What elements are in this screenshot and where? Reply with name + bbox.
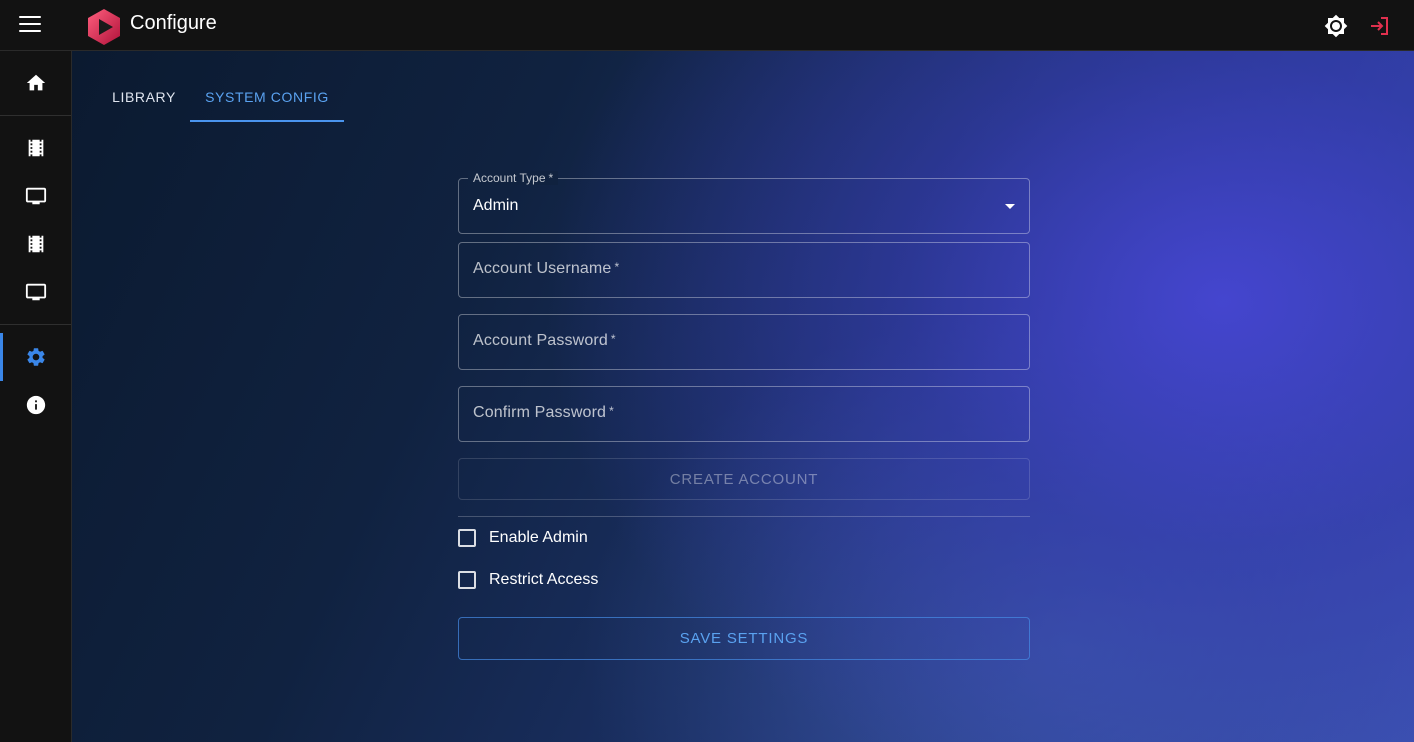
tv-icon [25,283,46,301]
tab-system-config[interactable]: SYSTEM CONFIG [190,81,344,122]
film-icon [28,139,43,157]
account-password-field[interactable]: Account Password * [458,314,1030,370]
account-type-select[interactable]: Account Type * Admin [458,171,1030,234]
sidebar-item-tv[interactable] [0,172,71,220]
main-content: LIBRARY SYSTEM CONFIG Account Type * Admi… [72,51,1414,742]
confirm-password-label: Confirm Password * [473,404,614,421]
save-settings-button[interactable]: SAVE SETTINGS [458,617,1030,660]
menu-icon[interactable] [19,16,41,34]
tv-icon [25,187,46,205]
restrict-access-label: Restrict Access [489,571,599,588]
create-account-button[interactable]: CREATE ACCOUNT [458,458,1030,500]
account-username-field[interactable]: Account Username * [458,242,1030,298]
divider [458,516,1030,517]
enable-admin-checkbox[interactable]: Enable Admin [458,526,588,550]
sidebar-item-tv-2[interactable] [0,268,71,316]
sidebar-item-home[interactable] [0,59,71,107]
film-icon [28,235,43,253]
info-icon [26,395,45,415]
account-type-value: Admin [473,197,519,214]
settings-icon [26,348,45,366]
account-password-label: Account Password * [473,332,616,349]
sidebar-item-settings[interactable] [0,333,71,381]
enable-admin-label: Enable Admin [489,529,588,546]
account-type-label: Account Type * [468,171,559,185]
sidebar-item-info[interactable] [0,381,71,429]
app-logo-icon [86,8,122,46]
tab-library[interactable]: LIBRARY [100,81,188,122]
checkbox-icon[interactable] [458,529,476,547]
sidebar-divider [0,324,71,325]
sidebar-item-movies-2[interactable] [0,220,71,268]
home-icon [26,74,45,91]
top-app-bar: Configure [0,0,1414,51]
page-title: Configure [130,12,217,34]
confirm-password-field[interactable]: Confirm Password * [458,386,1030,442]
checkbox-icon[interactable] [458,571,476,589]
sidebar [0,51,72,742]
dropdown-arrow-icon [1005,204,1015,209]
sidebar-divider [0,115,71,116]
restrict-access-checkbox[interactable]: Restrict Access [458,568,598,592]
account-username-label: Account Username * [473,260,620,277]
brightness-icon[interactable] [1324,14,1348,38]
logout-icon[interactable] [1368,14,1392,38]
sidebar-item-movies[interactable] [0,124,71,172]
